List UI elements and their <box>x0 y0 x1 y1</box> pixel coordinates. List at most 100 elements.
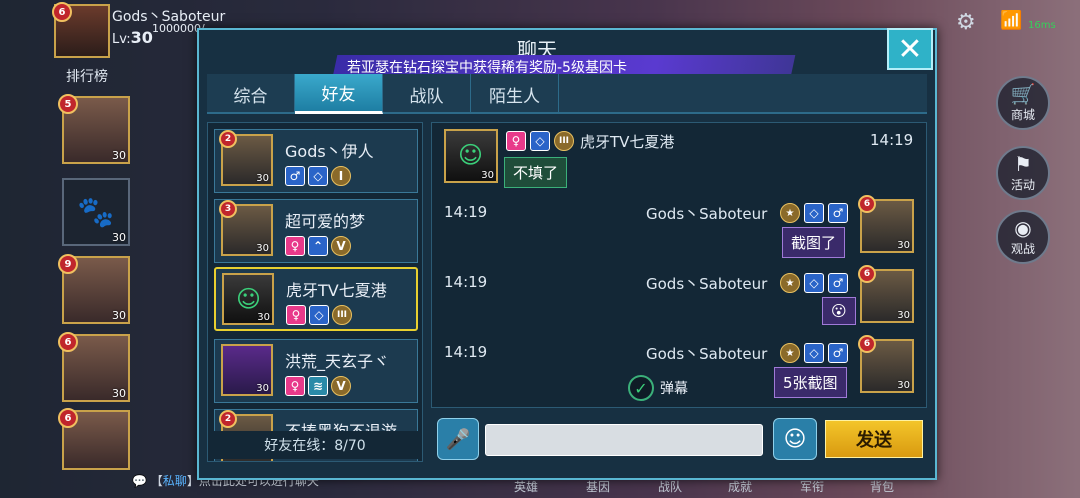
player-level-label: Lv: <box>112 32 131 47</box>
spectate-label: 观战 <box>1010 241 1035 256</box>
message-avatar[interactable]: 6 30 <box>858 265 914 323</box>
flag-icon: ⚑ <box>1014 151 1032 176</box>
friend-icons: ♀ ◇ III <box>286 305 352 325</box>
friend-name: 超可爱的梦 <box>285 212 366 231</box>
rank-badge: 5 <box>58 94 78 114</box>
rank-badge: 6 <box>58 332 78 352</box>
rank-level: 30 <box>112 387 126 400</box>
message-time: 14:19 <box>444 273 488 291</box>
tier-icon: I <box>331 166 351 186</box>
friend-list[interactable]: 2 30 Gods丶伊人 ♂ ◇ I 3 30 超可爱的梦 ♀ ⌃ V ☺ 30… <box>207 122 423 462</box>
nav-heroes[interactable]: 英雄 <box>514 478 538 495</box>
tab-general[interactable]: 综合 <box>207 74 295 114</box>
nav-achievements[interactable]: 成就 <box>728 478 752 495</box>
tab-friends[interactable]: 好友 <box>295 74 383 114</box>
rank-badge: 6 <box>58 408 78 428</box>
male-icon: ♂ <box>285 166 305 186</box>
message-avatar[interactable]: 6 30 <box>858 335 914 393</box>
nav-genes[interactable]: 基因 <box>586 478 610 495</box>
rank-slot[interactable]: 6 <box>58 408 130 470</box>
tier-icon: ★ <box>780 273 800 293</box>
close-button[interactable]: ✕ <box>887 28 933 70</box>
spectate-button[interactable]: ◉ 观战 <box>996 210 1050 264</box>
emoji-button[interactable]: ☺ <box>773 418 817 460</box>
danmu-toggle[interactable]: ✓ 弹幕 <box>628 375 688 401</box>
danmu-label: 弹幕 <box>660 381 688 397</box>
tier-icon: V <box>331 236 351 256</box>
message-bubble-emoji: 😮 <box>822 297 856 325</box>
tab-strangers[interactable]: 陌生人 <box>471 74 559 114</box>
rank-level: 30 <box>112 231 126 244</box>
voice-button[interactable]: 🎤 <box>437 418 479 460</box>
friends-online: 好友在线：8/70 <box>208 431 422 459</box>
message-level: 30 <box>897 310 910 321</box>
message-sender: Gods丶Saboteur <box>646 275 768 293</box>
female-icon: ♀ <box>286 305 306 325</box>
tier-icon: ★ <box>780 343 800 363</box>
nav-rank[interactable]: 军衔 <box>800 478 824 495</box>
tier-icon: ★ <box>780 203 800 223</box>
rank-slot[interactable]: 5 30 <box>58 94 130 164</box>
chat-tabs: 综合 好友 战队 陌生人 <box>207 74 927 114</box>
friend-level: 30 <box>257 312 270 323</box>
smile-icon: ☺ <box>236 285 262 313</box>
shop-button[interactable]: 🛒 商城 <box>996 76 1050 130</box>
message-bubble: 截图了 <box>782 227 846 258</box>
message-sender: 虎牙TV七夏港 <box>580 133 675 151</box>
message-badge: 6 <box>858 335 876 353</box>
message-bubble: 5张截图 <box>774 367 847 398</box>
friend-level: 30 <box>256 243 269 254</box>
chat-bubble-icon: 💬 <box>132 474 147 488</box>
gear-icon[interactable]: ⚙ <box>956 10 976 35</box>
tab-team[interactable]: 战队 <box>383 74 471 114</box>
wifi-icon: 📶 <box>1000 10 1023 31</box>
friend-badge: 2 <box>219 130 237 148</box>
female-icon: ♀ <box>285 236 305 256</box>
friend-icons: ♀ ≋ V <box>285 376 351 396</box>
friend-item[interactable]: 30 洪荒_天玄子ヾ ♀ ≋ V <box>214 339 418 403</box>
tier-icon: V <box>331 376 351 396</box>
send-button[interactable]: 发送 <box>825 420 923 458</box>
message-avatar[interactable]: ☺ 30 <box>444 129 498 183</box>
message-sender: Gods丶Saboteur <box>646 205 768 223</box>
friend-item[interactable]: 2 30 Gods丶伊人 ♂ ◇ I <box>214 129 418 193</box>
hint-bracket: 【 <box>150 474 163 488</box>
friend-icons: ♀ ⌃ V <box>285 236 351 256</box>
message-level: 30 <box>897 380 910 391</box>
message-level: 30 <box>481 170 494 181</box>
message-time: 14:19 <box>444 203 488 221</box>
rank-level: 30 <box>112 149 126 162</box>
rank-slot[interactable]: 6 30 <box>58 332 130 402</box>
close-icon: ✕ <box>897 31 923 67</box>
tier-icon: III <box>554 131 574 151</box>
female-icon: ♀ <box>285 376 305 396</box>
friend-item[interactable]: 3 30 超可爱的梦 ♀ ⌃ V <box>214 199 418 263</box>
message-badge: 6 <box>858 195 876 213</box>
emoji-icon: ☺ <box>783 426 807 452</box>
message-avatar[interactable]: 6 30 <box>858 195 914 253</box>
player-avatar[interactable]: 6 <box>52 2 110 58</box>
rank-slot[interactable]: 🐾 30 <box>62 178 130 246</box>
activity-button[interactable]: ⚑ 活动 <box>996 146 1050 200</box>
cart-icon: 🛒 <box>1010 81 1036 106</box>
nav-bag[interactable]: 背包 <box>870 478 894 495</box>
friend-name: Gods丶伊人 <box>285 142 374 161</box>
rank-level: 30 <box>112 309 126 322</box>
message-time: 14:19 <box>870 131 914 149</box>
nav-team[interactable]: 战队 <box>658 478 682 495</box>
message-badge: 6 <box>858 265 876 283</box>
chat-input[interactable] <box>485 424 763 456</box>
male-icon: ♂ <box>828 273 848 293</box>
message-area[interactable]: ☺ 30 ♀ ◇ III 虎牙TV七夏港 14:19 不填了 14:19 God… <box>431 122 927 408</box>
friend-name: 洪荒_天玄子ヾ <box>285 352 390 371</box>
rank-chevron-icon: ⌃ <box>308 236 328 256</box>
male-icon: ♂ <box>828 203 848 223</box>
friend-badge: 3 <box>219 200 237 218</box>
checkmark-icon: ✓ <box>628 375 654 401</box>
friend-item-selected[interactable]: ☺ 30 虎牙TV七夏港 ♀ ◇ III <box>214 267 418 331</box>
leaderboard-title[interactable]: 排行榜 <box>66 66 108 86</box>
friend-avatar: 30 <box>221 344 273 396</box>
friend-name: 虎牙TV七夏港 <box>286 281 387 300</box>
rank-slot[interactable]: 9 30 <box>58 254 130 324</box>
message-time: 14:19 <box>444 343 488 361</box>
